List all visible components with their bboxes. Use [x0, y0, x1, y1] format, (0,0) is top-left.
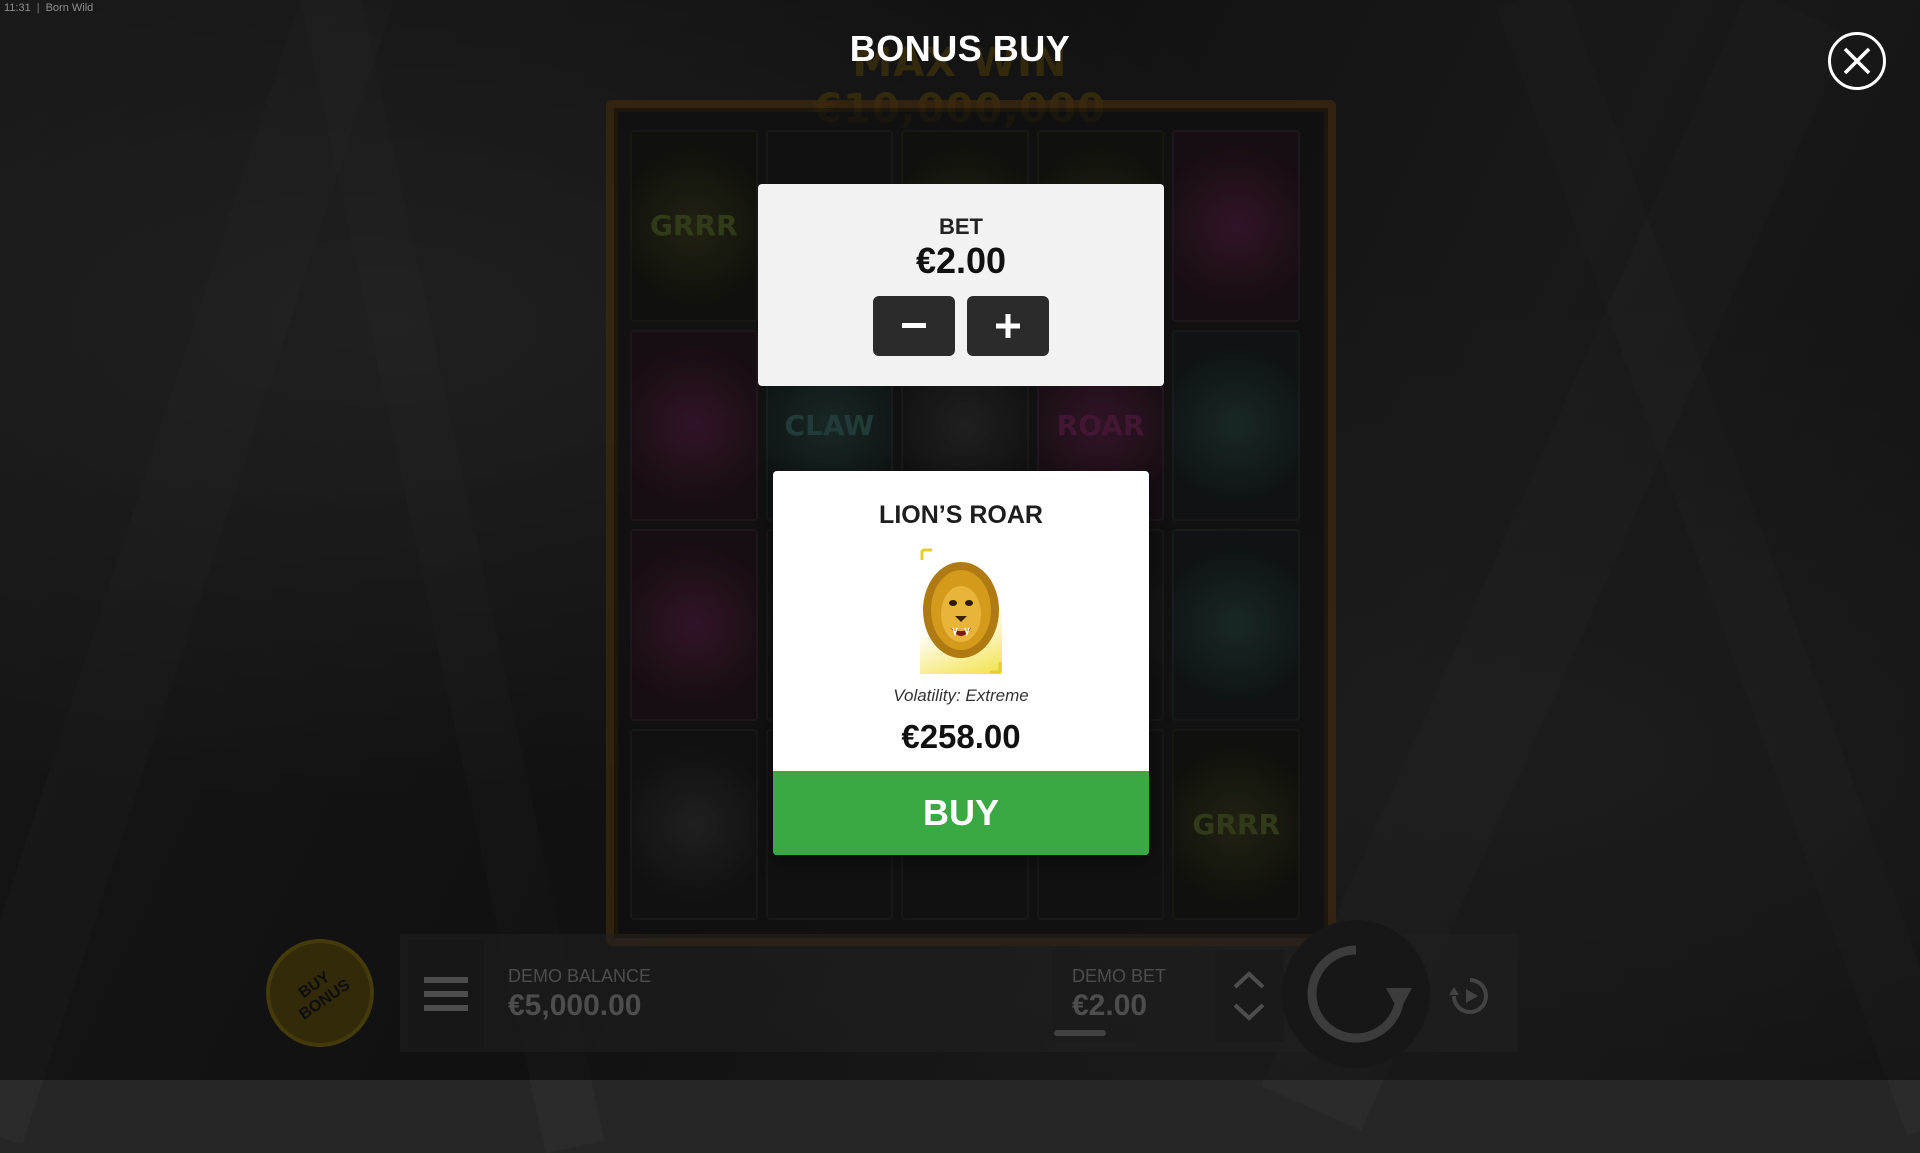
lion-icon [920, 548, 1002, 674]
bet-panel-label: BET [939, 214, 983, 239]
bonus-card: LION’S ROAR Volatility: Extreme €258.00 … [773, 471, 1149, 855]
bonus-card-title: LION’S ROAR [879, 501, 1043, 529]
lion-illustration [920, 548, 1002, 674]
bonus-price: €258.00 [901, 718, 1021, 755]
decrease-bet-button[interactable] [873, 296, 955, 356]
plus-icon [996, 314, 1020, 338]
buy-button[interactable]: BUY [773, 771, 1149, 855]
increase-bet-button[interactable] [967, 296, 1049, 356]
bet-panel: BET €2.00 [758, 184, 1164, 386]
minus-icon [902, 323, 926, 328]
modal-title: BONUS BUY [849, 28, 1071, 69]
bet-panel-value: €2.00 [915, 240, 1007, 281]
close-icon [1843, 47, 1871, 75]
close-button[interactable] [1828, 32, 1886, 90]
volatility-text: Volatility: Extreme [893, 686, 1029, 705]
